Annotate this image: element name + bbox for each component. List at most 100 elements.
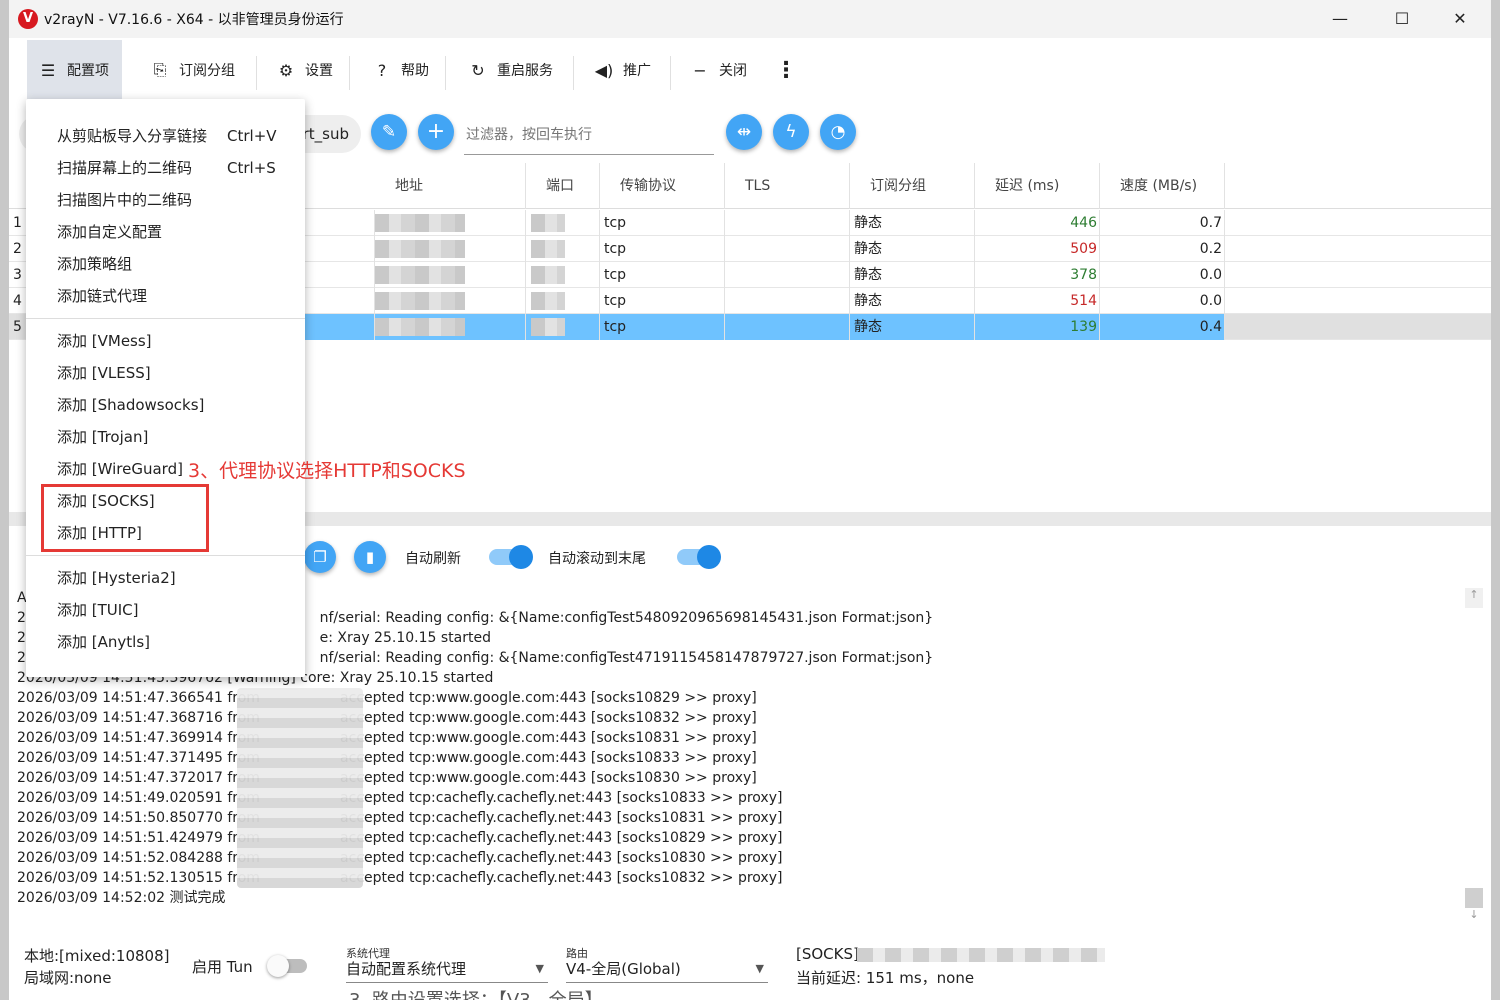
copy-icon[interactable]: ❐	[304, 541, 336, 573]
scroll-up-icon[interactable]: ↑	[1465, 588, 1483, 608]
redacted-address	[375, 266, 465, 284]
column-divider	[599, 236, 600, 262]
menu-item[interactable]: 扫描图片中的二维码	[26, 184, 305, 216]
log-scrollbar[interactable]: ↑ ↓	[1465, 588, 1483, 928]
settings-button[interactable]: ⚙ 设置	[265, 42, 343, 98]
bottom-clipped-text: 3. 路由设置选择：【V3 - 全局】	[349, 990, 603, 1000]
column-divider	[849, 314, 850, 340]
menu-item[interactable]: 从剪贴板导入分享链接 Ctrl+V	[26, 120, 305, 152]
column-divider	[849, 262, 850, 288]
column-divider	[1224, 262, 1225, 288]
menu-item[interactable]: 添加策略组	[26, 248, 305, 280]
log-line: 2026/03/09 14:51:47.366541 from accepted…	[17, 690, 757, 706]
restart-service-button[interactable]: ↻ 重启服务	[457, 42, 563, 98]
redacted-port	[531, 214, 565, 232]
split-icon[interactable]: ⇹	[726, 114, 762, 150]
log-line: 2026/03/09 14:51:47.368716 from accepted…	[17, 710, 757, 726]
help-label: 帮助	[401, 63, 429, 79]
column-divider	[1224, 314, 1225, 340]
chevron-down-icon: ▼	[755, 962, 764, 975]
log-line: 2026/03/09 14:51:47.369914 from accepted…	[17, 730, 757, 746]
log-line: 2026/03/09 14:51:47.371495 from accepted…	[17, 750, 757, 766]
column-divider	[599, 288, 600, 314]
config-menu-button[interactable]: ☰ 配置项	[27, 40, 122, 100]
toolbar-divider	[573, 56, 574, 90]
redacted-ip-block	[237, 688, 363, 888]
row-number: 4	[13, 293, 22, 309]
delay-cell: 509	[1070, 241, 1097, 257]
column-header-transport[interactable]: 传输协议	[600, 163, 725, 209]
tun-toggle[interactable]	[267, 955, 307, 977]
column-divider	[724, 314, 725, 340]
add-icon[interactable]: +	[418, 114, 454, 150]
help-button[interactable]: ? 帮助	[361, 42, 439, 98]
delay-cell: 139	[1070, 319, 1097, 335]
menu-item-label: 从剪贴板导入分享链接	[57, 127, 208, 145]
menu-item[interactable]: 添加自定义配置	[26, 216, 305, 248]
minimize-button[interactable]: —	[1311, 0, 1369, 38]
bolt-icon[interactable]: ϟ	[773, 114, 809, 150]
delay-cell: 446	[1070, 215, 1097, 231]
menu-item-label: 扫描图片中的二维码	[57, 191, 193, 209]
speed-cell: 0.0	[1199, 267, 1222, 283]
delay-cell: 378	[1070, 267, 1097, 283]
column-divider	[974, 288, 975, 314]
menu-separator	[26, 555, 305, 556]
subscription-cell: 静态	[854, 267, 882, 283]
column-header-delay[interactable]: 延迟 (ms)	[975, 163, 1100, 209]
auto-refresh-toggle[interactable]	[489, 545, 533, 569]
column-header-port[interactable]: 端口	[526, 163, 600, 209]
subscription-label: 订阅分组	[179, 63, 235, 79]
underlying-document-strip: 3. 路由设置选择：【V3 - 全局】	[9, 990, 1491, 1000]
log-line: 2026/03/09 14:51:49.020591 from accepted…	[17, 790, 783, 806]
menu-item[interactable]: 扫描屏幕上的二维码 Ctrl+S	[26, 152, 305, 184]
subscription-cell: 静态	[854, 215, 882, 231]
menu-item[interactable]: 添加 [Shadowsocks]	[26, 389, 305, 421]
filter-input[interactable]	[464, 115, 714, 155]
column-header-address[interactable]: 地址	[375, 163, 526, 209]
scroll-down-icon[interactable]: ↓	[1465, 908, 1483, 928]
edit-icon[interactable]: ✎	[371, 114, 407, 150]
menu-item[interactable]: 添加 [TUIC]	[26, 594, 305, 626]
current-server: [SOCKS]	[796, 945, 859, 963]
menu-item[interactable]: 添加 [Hysteria2]	[26, 562, 305, 594]
auto-scroll-toggle[interactable]	[677, 545, 721, 569]
close-app-button[interactable]: − 关闭	[679, 42, 757, 98]
local-port-status: 本地:[mixed:10808]	[24, 947, 170, 965]
subscription-button[interactable]: ⎘ 订阅分组	[139, 42, 245, 98]
menu-item-label: 添加 [Hysteria2]	[57, 569, 176, 587]
menu-item[interactable]: 添加 [VLESS]	[26, 357, 305, 389]
subscription-icon: ⎘	[153, 60, 167, 79]
redacted-server-block	[857, 948, 1105, 962]
menu-item[interactable]: 添加链式代理	[26, 280, 305, 312]
more-vertical-icon[interactable]: ⋮	[765, 42, 807, 98]
column-divider	[1099, 262, 1100, 288]
delete-icon[interactable]: ▮	[354, 541, 386, 573]
toolbar-divider	[445, 56, 446, 90]
server-stack-icon: ☰	[40, 60, 56, 80]
menu-item[interactable]: 添加 [VMess]	[26, 325, 305, 357]
speedometer-icon[interactable]: ◔	[820, 114, 856, 150]
menu-item[interactable]: 添加 [Anytls]	[26, 626, 305, 658]
restart-service-label: 重启服务	[497, 63, 553, 79]
help-circle-icon: ?	[377, 60, 387, 80]
column-header-tls[interactable]: TLS	[725, 163, 850, 209]
routing-select[interactable]: V4-全局(Global) ▼	[566, 957, 768, 983]
column-header-speed[interactable]: 速度 (MB/s)	[1100, 163, 1225, 209]
log-line: 2026/03/09 14:51:52.130515 from accepted…	[17, 870, 783, 886]
column-divider	[525, 314, 526, 340]
column-header-subscription[interactable]: 订阅分组	[850, 163, 975, 209]
sysproxy-select[interactable]: 自动配置系统代理 ▼	[346, 957, 548, 983]
redacted-address	[375, 318, 465, 336]
maximize-button[interactable]: ☐	[1373, 0, 1431, 38]
close-app-label: 关闭	[719, 63, 747, 79]
column-divider	[525, 262, 526, 288]
close-window-button[interactable]: ✕	[1431, 0, 1489, 38]
promotion-button[interactable]: ◀) 推广	[583, 42, 661, 98]
column-divider	[1099, 288, 1100, 314]
menu-item-label: 添加策略组	[57, 255, 133, 273]
menu-item[interactable]: 添加 [Trojan]	[26, 421, 305, 453]
toolbar-divider	[670, 56, 671, 90]
scroll-thumb[interactable]	[1465, 888, 1483, 908]
app-logo-icon: V	[18, 9, 38, 29]
